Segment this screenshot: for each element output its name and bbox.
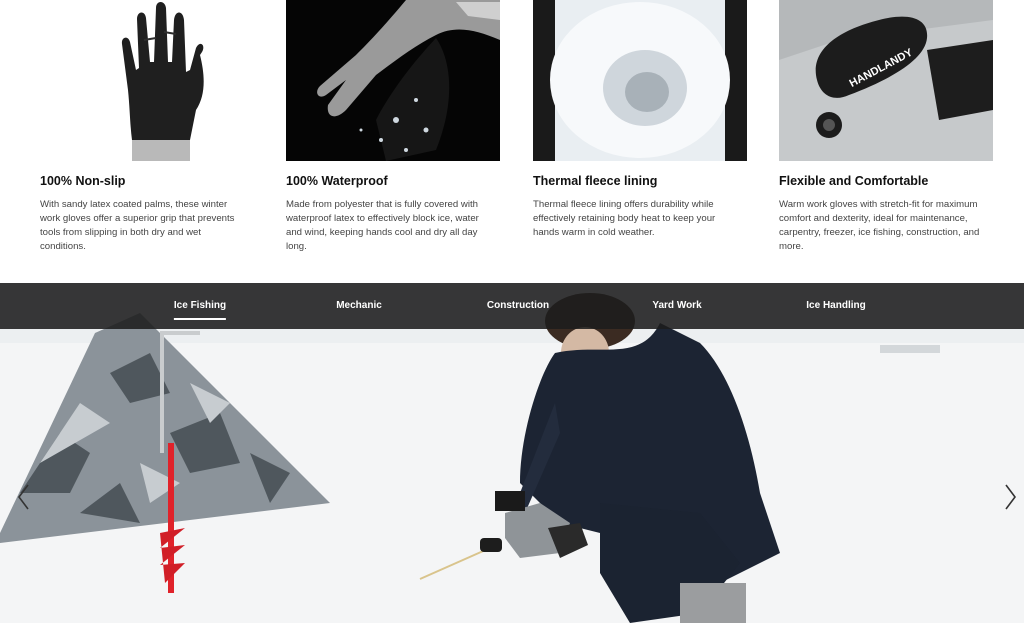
category-tab-bar: Ice Fishing Mechanic Construction Yard W… <box>0 283 1024 329</box>
feature-title: Flexible and Comfortable <box>779 174 929 188</box>
active-tab-indicator <box>173 318 227 320</box>
carousel-next-button[interactable] <box>1000 482 1020 512</box>
chevron-right-icon <box>1005 484 1016 510</box>
fleece-lining-image <box>533 0 747 161</box>
feature-title: Thermal fleece lining <box>533 174 658 188</box>
tab-label: Ice Fishing <box>173 300 227 311</box>
feature-description: Made from polyester that is fully covere… <box>286 199 479 252</box>
feature-title: 100% Non-slip <box>40 174 126 188</box>
carousel-prev-button[interactable] <box>14 482 34 512</box>
tab-ice-fishing[interactable]: Ice Fishing <box>173 283 227 329</box>
chevron-left-icon <box>18 484 29 510</box>
feature-description: Warm work gloves with stretch-fit for ma… <box>779 199 980 252</box>
glove-cuff-image: HANDLANDY <box>779 0 993 161</box>
tab-construction[interactable]: Construction <box>487 283 549 329</box>
feature-description: With sandy latex coated palms, these win… <box>40 199 235 252</box>
tab-mechanic[interactable]: Mechanic <box>336 283 382 329</box>
tab-yard-work[interactable]: Yard Work <box>652 283 701 329</box>
waterproof-glove-image <box>286 0 500 161</box>
tab-label: Construction <box>486 300 550 311</box>
feature-description: Thermal fleece lining offers durability … <box>533 199 716 238</box>
tab-label: Ice Handling <box>806 300 866 311</box>
feature-title: 100% Waterproof <box>286 174 388 188</box>
tab-ice-handling[interactable]: Ice Handling <box>806 283 865 329</box>
non-slip-glove-image <box>40 0 254 161</box>
feature-row: 100% Non-slip With sandy latex coated pa… <box>0 0 1024 283</box>
ice-fishing-hero-image <box>0 283 1024 623</box>
tab-label: Mechanic <box>336 300 382 311</box>
tab-label: Yard Work <box>652 300 702 311</box>
